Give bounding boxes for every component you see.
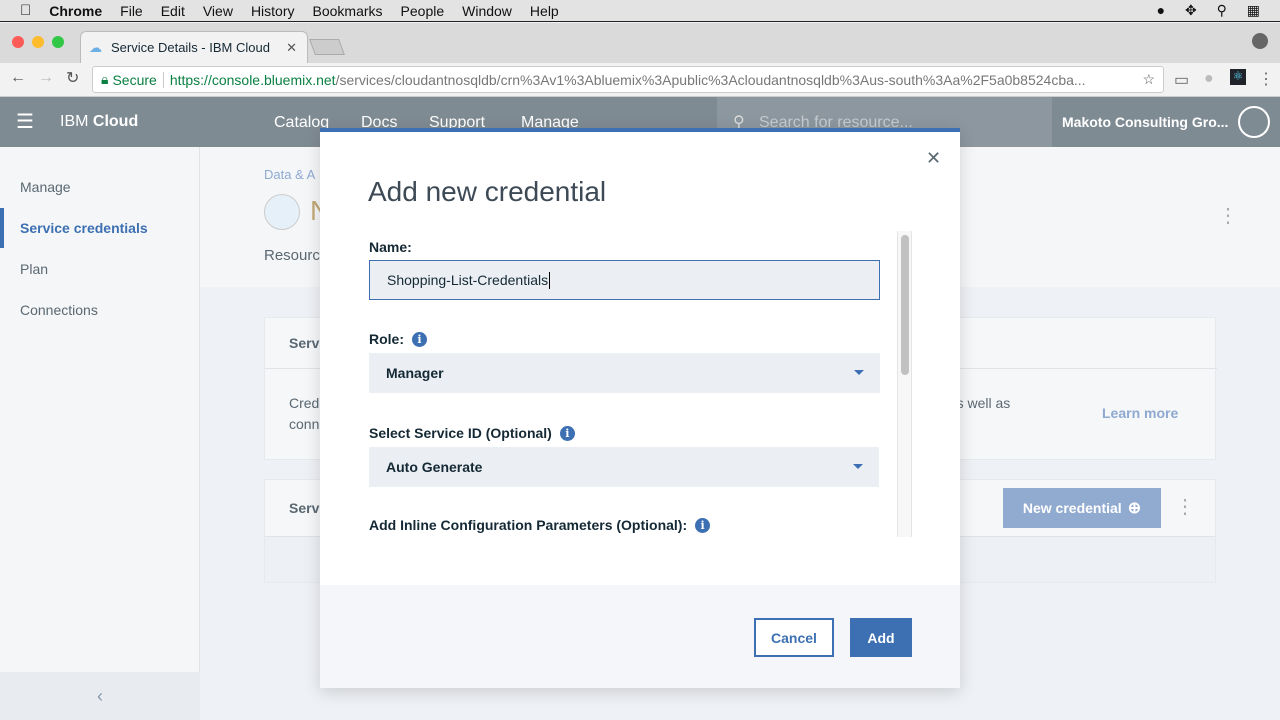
card-text-2: conn: [289, 416, 320, 432]
name-label: Name:: [369, 239, 412, 255]
avatar[interactable]: [1238, 106, 1270, 138]
close-icon[interactable]: ✕: [926, 148, 941, 169]
cast-icon[interactable]: ▭: [1174, 70, 1189, 90]
cancel-button[interactable]: Cancel: [754, 618, 834, 657]
minimize-window-button[interactable]: [32, 36, 44, 48]
overflow-menu-icon[interactable]: ⋮: [1175, 494, 1195, 519]
sidebar: Manage Service credentials Plan Connecti…: [0, 147, 200, 720]
new-tab-button[interactable]: [309, 39, 345, 55]
chevron-down-icon: [853, 464, 863, 469]
menu-people[interactable]: People: [401, 3, 445, 19]
menu-edit[interactable]: Edit: [161, 3, 185, 19]
url-host: https://console.bluemix.net: [169, 71, 336, 88]
service-icon: [264, 194, 300, 230]
account-name[interactable]: Makoto Consulting Gro...: [1062, 114, 1228, 130]
service-id-label: Select Service ID (Optional) i: [369, 425, 575, 441]
forward-icon[interactable]: →: [38, 69, 54, 87]
chrome-menu-icon[interactable]: ⋮: [1258, 69, 1274, 89]
overflow-menu-icon[interactable]: ⋮: [1218, 203, 1238, 228]
menu-help[interactable]: Help: [530, 3, 559, 19]
ibm-cloud-logo[interactable]: IBM Cloud: [60, 113, 138, 131]
new-credential-button[interactable]: New credential ⊕: [1003, 488, 1161, 528]
close-window-button[interactable]: [12, 36, 24, 48]
info-icon[interactable]: i: [695, 518, 711, 533]
secure-label: Secure: [112, 71, 164, 88]
status-icons[interactable]: ● ✥ ⚲ ▦: [1157, 2, 1268, 19]
star-icon[interactable]: ☆: [1138, 71, 1155, 88]
info-icon[interactable]: i: [412, 332, 427, 347]
active-indicator: [0, 208, 4, 248]
extension-icon[interactable]: ●: [1204, 70, 1214, 88]
plus-circle-icon: ⊕: [1127, 500, 1142, 517]
resource-label: Resourc: [264, 247, 320, 264]
lock-icon: 🔒︎: [101, 71, 109, 87]
service-id-select[interactable]: Auto Generate: [369, 447, 879, 487]
cloud-icon: ☁: [89, 39, 102, 55]
sidebar-item-plan[interactable]: Plan: [20, 261, 48, 277]
zoom-window-button[interactable]: [52, 36, 64, 48]
url-input[interactable]: 🔒︎ Secure https://console.bluemix.net/se…: [92, 66, 1164, 93]
menu-app[interactable]: Chrome: [49, 3, 102, 19]
menu-window[interactable]: Window: [462, 3, 512, 19]
url-path: /services/cloudantnosqldb/crn%3Av1%3Ablu…: [335, 71, 1086, 88]
mac-menu-bar:  Chrome File Edit View History Bookmark…: [0, 0, 1280, 22]
menu-file[interactable]: File: [120, 3, 143, 19]
react-devtools-icon[interactable]: ⚛: [1230, 69, 1246, 85]
reload-icon[interactable]: ↻: [66, 68, 79, 88]
scrollbar[interactable]: [897, 231, 912, 537]
role-label: Role: i: [369, 331, 427, 347]
modal-title: Add new credential: [368, 176, 607, 207]
scrollbar-thumb[interactable]: [901, 235, 909, 375]
modal-footer: Cancel Add: [320, 585, 960, 688]
chevron-down-icon: [854, 370, 864, 375]
info-icon[interactable]: i: [559, 426, 575, 441]
browser-tab[interactable]: ☁ Service Details - IBM Cloud ✕: [80, 31, 308, 63]
back-icon[interactable]: ←: [10, 69, 26, 87]
collapse-sidebar-button[interactable]: ‹: [0, 672, 200, 720]
breadcrumb[interactable]: Data & A: [264, 167, 315, 182]
tab-bar: ☁ Service Details - IBM Cloud ✕: [0, 23, 1280, 63]
address-bar-row: ← → ↻ 🔒︎ Secure https://console.bluemix.…: [0, 63, 1280, 97]
profile-icon[interactable]: [1252, 33, 1268, 49]
inline-params-label: Add Inline Configuration Parameters (Opt…: [369, 517, 711, 533]
role-select[interactable]: Manager: [369, 353, 880, 393]
tab-title: Service Details - IBM Cloud: [111, 40, 270, 55]
menu-bookmarks[interactable]: Bookmarks: [313, 3, 383, 19]
add-button[interactable]: Add: [850, 618, 912, 657]
sidebar-item-service-credentials[interactable]: Service credentials: [20, 220, 148, 236]
learn-more-link[interactable]: Learn more: [1102, 405, 1178, 421]
name-input[interactable]: Shopping-List-Credentials: [369, 260, 880, 300]
card-title: Servi: [289, 335, 324, 351]
menu-view[interactable]: View: [203, 3, 233, 19]
sidebar-item-connections[interactable]: Connections: [20, 302, 98, 318]
apple-icon[interactable]: : [20, 2, 31, 19]
card-title: Servi: [289, 500, 324, 516]
menu-history[interactable]: History: [251, 3, 295, 19]
add-credential-modal: ✕ Add new credential Name: Shopping-List…: [320, 128, 960, 688]
close-tab-icon[interactable]: ✕: [286, 40, 297, 56]
hamburger-menu-icon[interactable]: ☰: [16, 109, 34, 134]
sidebar-item-manage[interactable]: Manage: [20, 179, 71, 195]
